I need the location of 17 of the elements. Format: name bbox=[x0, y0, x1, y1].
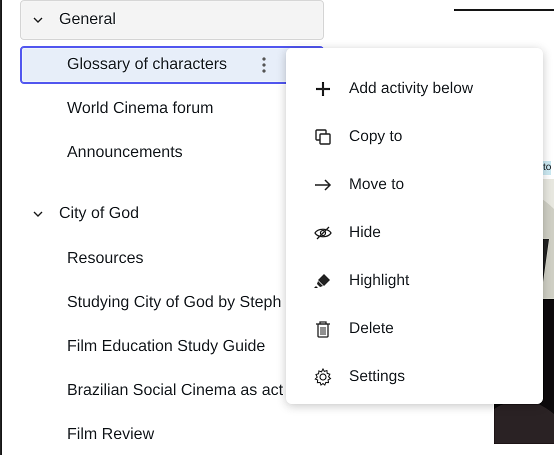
copy-icon bbox=[314, 128, 332, 146]
chevron-icon[interactable] bbox=[33, 16, 43, 24]
marker-icon bbox=[314, 272, 332, 290]
trash-icon bbox=[314, 320, 332, 338]
menu-item[interactable]: Copy to bbox=[286, 113, 543, 161]
section-title: General bbox=[59, 11, 116, 29]
plus-icon bbox=[314, 80, 332, 98]
eye-slash-icon bbox=[314, 224, 332, 242]
section-header[interactable]: General bbox=[20, 0, 324, 40]
menu-item[interactable]: Highlight bbox=[286, 257, 543, 305]
section-title: City of God bbox=[59, 205, 140, 223]
activity-item[interactable]: Film Review bbox=[20, 416, 324, 454]
kebab-menu-icon[interactable] bbox=[262, 57, 266, 73]
chevron-icon[interactable] bbox=[33, 210, 43, 218]
menu-item[interactable]: Settings bbox=[286, 353, 543, 401]
menu-item[interactable]: Delete bbox=[286, 305, 543, 353]
settings-icon bbox=[314, 368, 332, 386]
